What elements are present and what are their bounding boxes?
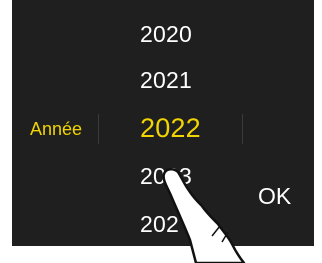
year-option[interactable]: 2021 [140, 66, 192, 94]
year-option[interactable]: 202 [140, 210, 179, 238]
year-field-label: Année [30, 119, 83, 139]
year-picker-screen: Année 2020 2021 2022 2023 202 OK [12, 0, 314, 246]
year-option[interactable]: 2023 [140, 162, 192, 190]
year-option-selected[interactable]: 2022 [140, 112, 201, 144]
column-divider-right [242, 114, 243, 144]
ok-button[interactable]: OK [258, 182, 291, 210]
year-option[interactable]: 2020 [140, 20, 192, 48]
column-divider-left [98, 114, 99, 144]
